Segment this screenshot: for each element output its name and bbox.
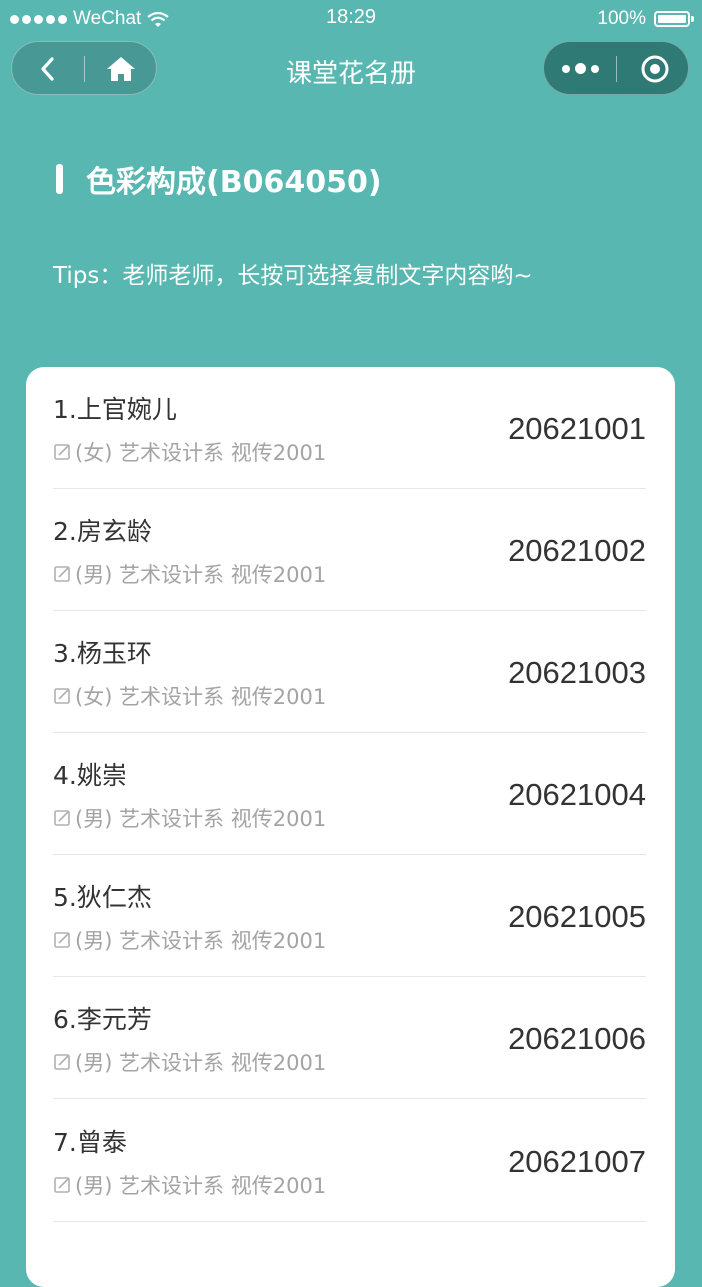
- edit-note-icon: [54, 688, 70, 704]
- student-id: 20621005: [508, 899, 646, 934]
- edit-note-icon: [54, 566, 70, 582]
- list-item[interactable]: 7.曾泰 (男) 艺术设计系 视传2001 20621007: [53, 1100, 646, 1222]
- edit-note-icon: [54, 1054, 70, 1070]
- student-info: (女) 艺术设计系 视传2001: [53, 681, 326, 711]
- battery-percent: 100%: [597, 8, 646, 29]
- nav-right-capsule: [543, 41, 689, 95]
- more-dots-icon[interactable]: [562, 63, 599, 74]
- list-item[interactable]: 5.狄仁杰 (男) 艺术设计系 视传2001 20621005: [53, 855, 646, 977]
- course-accent-bar: [56, 164, 63, 194]
- tips-text: Tips：老师老师，长按可选择复制文字内容哟~: [53, 263, 533, 289]
- student-name: 1.上官婉儿: [53, 395, 177, 424]
- battery-icon: [654, 11, 694, 27]
- student-name: 3.杨玉环: [53, 639, 152, 668]
- nav-bar: 课堂花名册: [0, 40, 702, 98]
- student-info-text: (男) 艺术设计系 视传2001: [75, 1051, 327, 1075]
- course-header: 色彩构成(B064050): [56, 161, 382, 200]
- student-info: (男) 艺术设计系 视传2001: [53, 1170, 326, 1200]
- status-right: 100%: [597, 8, 694, 30]
- student-id: 20621002: [508, 533, 646, 568]
- list-item[interactable]: 6.李元芳 (男) 艺术设计系 视传2001 20621006: [53, 977, 646, 1099]
- student-list: 1.上官婉儿 (女) 艺术设计系 视传2001 20621001 2.房玄龄 (…: [26, 367, 675, 1287]
- list-item[interactable]: 2.房玄龄 (男) 艺术设计系 视传2001 20621002: [53, 489, 646, 611]
- student-info: (男) 艺术设计系 视传2001: [53, 925, 326, 955]
- student-info: (男) 艺术设计系 视传2001: [53, 1047, 326, 1077]
- student-info-text: (男) 艺术设计系 视传2001: [75, 563, 327, 587]
- student-name: 5.狄仁杰: [53, 883, 152, 912]
- student-name: 7.曾泰: [53, 1128, 127, 1157]
- student-info-text: (男) 艺术设计系 视传2001: [75, 1174, 327, 1198]
- target-circle-icon[interactable]: [640, 54, 670, 84]
- edit-note-icon: [54, 932, 70, 948]
- student-info: (男) 艺术设计系 视传2001: [53, 559, 326, 589]
- student-info-text: (女) 艺术设计系 视传2001: [75, 685, 327, 709]
- edit-note-icon: [54, 444, 70, 460]
- list-item[interactable]: 3.杨玉环 (女) 艺术设计系 视传2001 20621003: [53, 611, 646, 733]
- edit-note-icon: [54, 1177, 70, 1193]
- student-name: 2.房玄龄: [53, 517, 152, 546]
- student-info: (女) 艺术设计系 视传2001: [53, 437, 326, 467]
- student-id: 20621001: [508, 411, 646, 446]
- student-id: 20621003: [508, 655, 646, 690]
- list-item[interactable]: 4.姚崇 (男) 艺术设计系 视传2001 20621004: [53, 733, 646, 855]
- student-id: 20621006: [508, 1021, 646, 1056]
- status-bar: WeChat 18:29 100%: [0, 0, 702, 40]
- list-item[interactable]: 1.上官婉儿 (女) 艺术设计系 视传2001 20621001: [53, 367, 646, 489]
- student-info-text: (男) 艺术设计系 视传2001: [75, 807, 327, 831]
- student-id: 20621007: [508, 1144, 646, 1179]
- student-name: 4.姚崇: [53, 761, 127, 790]
- student-id: 20621004: [508, 777, 646, 812]
- edit-note-icon: [54, 810, 70, 826]
- student-info: (男) 艺术设计系 视传2001: [53, 803, 326, 833]
- student-info-text: (女) 艺术设计系 视传2001: [75, 441, 327, 465]
- capsule-divider: [616, 56, 617, 82]
- student-info-text: (男) 艺术设计系 视传2001: [75, 929, 327, 953]
- course-name: 色彩构成(B064050): [86, 165, 382, 200]
- student-name: 6.李元芳: [53, 1005, 152, 1034]
